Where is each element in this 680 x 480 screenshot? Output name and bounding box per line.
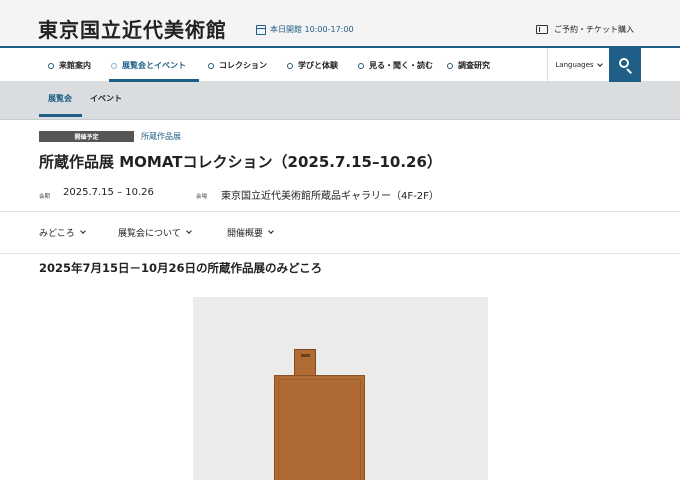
category-link[interactable]: 所蔵作品展: [141, 131, 181, 142]
divider: [0, 211, 680, 212]
nav-bullet-icon: [111, 62, 117, 69]
opening-hours-text: 本日開館 10:00-17:00: [270, 25, 354, 34]
artwork-block-shape: [274, 375, 365, 480]
nav-bullet-icon: [447, 62, 453, 69]
nav-item-learning[interactable]: 学びと体験: [287, 60, 338, 71]
chevron-down-icon: [79, 228, 86, 234]
period-value: 2025.7.15 – 10.26: [63, 187, 154, 198]
venue-value: 東京国立近代美術館所蔵品ギャラリー（4F-2F）: [221, 191, 439, 202]
site-logo[interactable]: 東京国立近代美術館: [38, 14, 227, 43]
search-button[interactable]: [609, 48, 641, 82]
tab-overview-label[interactable]: 開催概要: [227, 226, 263, 239]
opening-hours: 本日開館 10:00-17:00: [256, 24, 354, 35]
language-selector[interactable]: Languages: [547, 48, 609, 82]
tab-overview[interactable]: 開催概要: [227, 226, 274, 239]
chevron-down-icon: [185, 228, 192, 234]
site-header: 東京国立近代美術館 本日開館 10:00-17:00 ご予約・チケット購入: [0, 0, 680, 46]
nav-bullet-icon: [48, 62, 54, 69]
search-icon-handle: [626, 68, 633, 75]
nav-item-label[interactable]: 調査研究: [458, 60, 490, 71]
nav-bullet-icon: [287, 62, 293, 69]
main-nav: 来館案内 展覧会とイベント コレクション 学びと体験 見る・聞く・読む 調査研究…: [0, 46, 680, 82]
nav-bullet-icon: [208, 62, 214, 69]
tab-about-label[interactable]: 展覧会について: [118, 226, 181, 239]
tab-exhibitions[interactable]: 展覧会: [48, 93, 72, 104]
nav-item-research[interactable]: 調査研究: [447, 60, 490, 71]
tab-events[interactable]: イベント: [90, 93, 122, 104]
calendar-icon: [256, 24, 266, 35]
tab-about[interactable]: 展覧会について: [118, 226, 192, 239]
nav-item-label[interactable]: 学びと体験: [298, 60, 338, 71]
chevron-down-icon: [268, 228, 274, 234]
search-icon: [619, 58, 629, 68]
ticket-icon: [536, 25, 548, 34]
tab-highlights[interactable]: みどころ: [39, 226, 86, 239]
ticket-link-label[interactable]: ご予約・チケット購入: [554, 24, 634, 35]
artwork-image: [193, 297, 488, 480]
status-badge: 開催予定: [39, 131, 134, 142]
sub-nav: 展覧会 イベント: [0, 82, 680, 120]
venue-label: 会場: [196, 194, 208, 200]
nav-item-label[interactable]: コレクション: [219, 60, 267, 71]
nav-item-exhibitions-events[interactable]: 展覧会とイベント: [111, 60, 186, 71]
nav-item-label[interactable]: 展覧会とイベント: [122, 60, 186, 71]
nav-item-label[interactable]: 見る・聞く・読む: [369, 60, 433, 71]
ticket-link[interactable]: ご予約・チケット購入: [536, 24, 634, 35]
period-label: 会期: [39, 194, 51, 200]
nav-item-collection[interactable]: コレクション: [208, 60, 267, 71]
page-title: 所蔵作品展 MOMATコレクション（2025.7.15–10.26）: [39, 153, 442, 171]
artwork-tab-shape: [294, 349, 316, 376]
language-selector-label[interactable]: Languages: [555, 61, 593, 69]
chevron-down-icon: [596, 61, 603, 67]
sub-nav-active-indicator: [39, 114, 82, 117]
nav-item-label[interactable]: 来館案内: [59, 60, 91, 71]
nav-item-visit[interactable]: 来館案内: [48, 60, 91, 71]
divider: [0, 253, 680, 254]
section-title: 2025年7月15日－10月26日の所蔵作品展のみどころ: [39, 261, 323, 275]
tab-highlights-label[interactable]: みどころ: [39, 226, 75, 239]
nav-item-media[interactable]: 見る・聞く・読む: [358, 60, 433, 71]
nav-bullet-icon: [358, 62, 364, 69]
